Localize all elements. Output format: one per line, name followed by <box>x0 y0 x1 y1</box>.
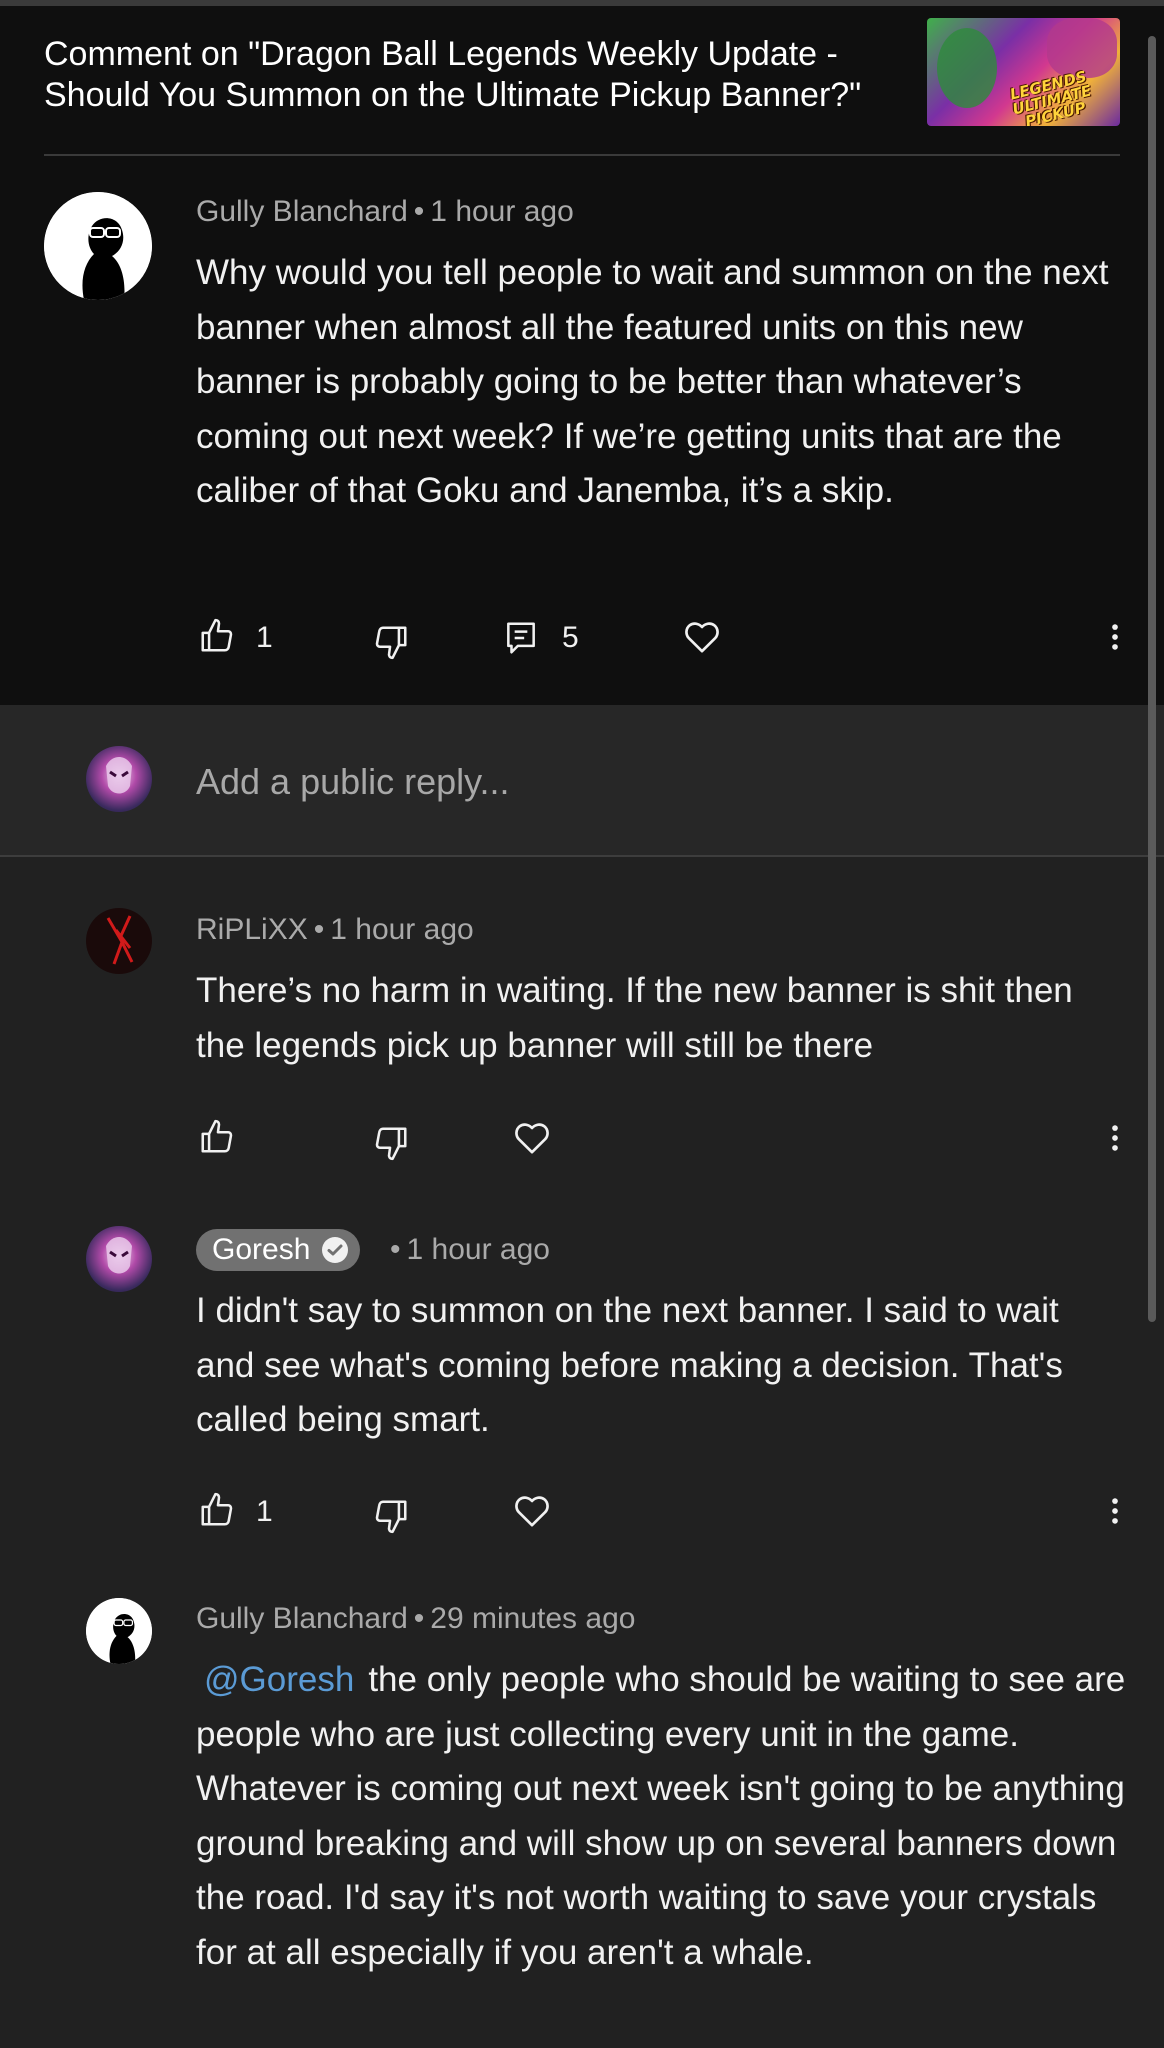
like-button[interactable] <box>198 1491 236 1529</box>
video-thumbnail[interactable]: LEGENDS ULTIMATE PICKUP <box>927 18 1120 126</box>
meta-separator: • <box>413 1602 425 1635</box>
scrollbar[interactable] <box>1148 36 1156 1322</box>
dislike-button[interactable] <box>372 1497 410 1535</box>
comment-author[interactable]: Gully Blanchard <box>196 195 408 228</box>
comment-author: Goresh <box>212 1233 311 1266</box>
avatar[interactable] <box>86 1598 152 1664</box>
comment-meta: Gully Blanchard • 1 hour ago <box>196 194 574 230</box>
dislike-button[interactable] <box>372 1124 410 1162</box>
dislike-button[interactable] <box>372 623 410 661</box>
avatar[interactable] <box>86 908 152 974</box>
heart-button[interactable] <box>512 1491 552 1531</box>
like-count: 1 <box>256 621 273 654</box>
comment-time: 1 hour ago <box>406 1233 550 1266</box>
avatar[interactable] <box>86 1226 152 1292</box>
comment-meta: RiPLiXX • 1 hour ago <box>196 912 474 948</box>
heart-button[interactable] <box>512 1118 552 1158</box>
meta-separator: • <box>313 913 325 946</box>
thumbs-down-icon <box>375 626 407 660</box>
divider <box>44 154 1120 156</box>
thumbnail-logo: LEGENDS ULTIMATE PICKUP <box>1008 67 1094 126</box>
check-circle-icon <box>322 1237 349 1263</box>
comment-time: 1 hour ago <box>430 195 574 228</box>
more-options-button[interactable] <box>1098 1491 1132 1531</box>
comment-icon <box>507 622 535 654</box>
mention-link[interactable]: @Goresh <box>204 1660 354 1699</box>
more-vert-icon <box>1112 624 1118 650</box>
avatar-art <box>106 1237 132 1274</box>
avatar <box>86 746 152 812</box>
more-options-button[interactable] <box>1098 1118 1132 1158</box>
avatar[interactable] <box>44 192 152 300</box>
page-title: Comment on "Dragon Ball Legends Weekly U… <box>44 35 862 114</box>
thumbnail-art <box>937 28 997 108</box>
comment-text: I didn't say to summon on the next banne… <box>196 1291 1063 1439</box>
thumbs-up-icon <box>201 1119 233 1153</box>
meta-separator: • <box>413 195 425 228</box>
more-options-button[interactable] <box>1098 617 1132 657</box>
comment-author[interactable]: RiPLiXX <box>196 913 308 946</box>
avatar-art <box>106 915 134 965</box>
comment-text: There’s no harm in waiting. If the new b… <box>196 971 1073 1065</box>
avatar-art <box>106 757 132 794</box>
thumbs-up-icon <box>201 1492 233 1526</box>
reply-input[interactable]: Add a public reply... <box>196 762 510 802</box>
thumbs-down-icon <box>375 1127 407 1161</box>
thumbs-up-icon <box>201 618 233 652</box>
more-vert-icon <box>1112 1498 1118 1524</box>
creator-badge[interactable]: Goresh <box>196 1229 361 1271</box>
like-button[interactable] <box>198 617 236 655</box>
like-button[interactable] <box>198 1118 236 1156</box>
like-count: 1 <box>256 1495 273 1528</box>
heart-icon <box>515 1123 549 1154</box>
comment-time: 29 minutes ago <box>430 1602 636 1635</box>
comment-text: @Goresh the only people who should be wai… <box>196 1653 1126 1980</box>
comment-meta: Gully Blanchard • 29 minutes ago <box>196 1601 635 1637</box>
comment-text-body: the only people who should be waiting to… <box>196 1660 1126 1972</box>
reply-count: 5 <box>562 621 579 654</box>
reply-button[interactable] <box>502 619 540 657</box>
comment-author[interactable]: Gully Blanchard <box>196 1602 408 1635</box>
avatar-silhouette <box>86 1598 152 1664</box>
heart-button[interactable] <box>682 617 722 657</box>
comment-meta: • 1 hour ago <box>384 1232 550 1268</box>
avatar-silhouette <box>44 192 152 300</box>
divider <box>0 855 1164 857</box>
comment-text: Why would you tell people to wait and su… <box>196 253 1109 510</box>
thumbs-down-icon <box>375 1500 407 1534</box>
more-vert-icon <box>1112 1125 1118 1151</box>
reply-composer[interactable] <box>0 705 1164 855</box>
heart-icon <box>515 1496 549 1527</box>
meta-separator: • <box>390 1233 401 1266</box>
heart-icon <box>685 622 719 653</box>
comment-time: 1 hour ago <box>330 913 474 946</box>
